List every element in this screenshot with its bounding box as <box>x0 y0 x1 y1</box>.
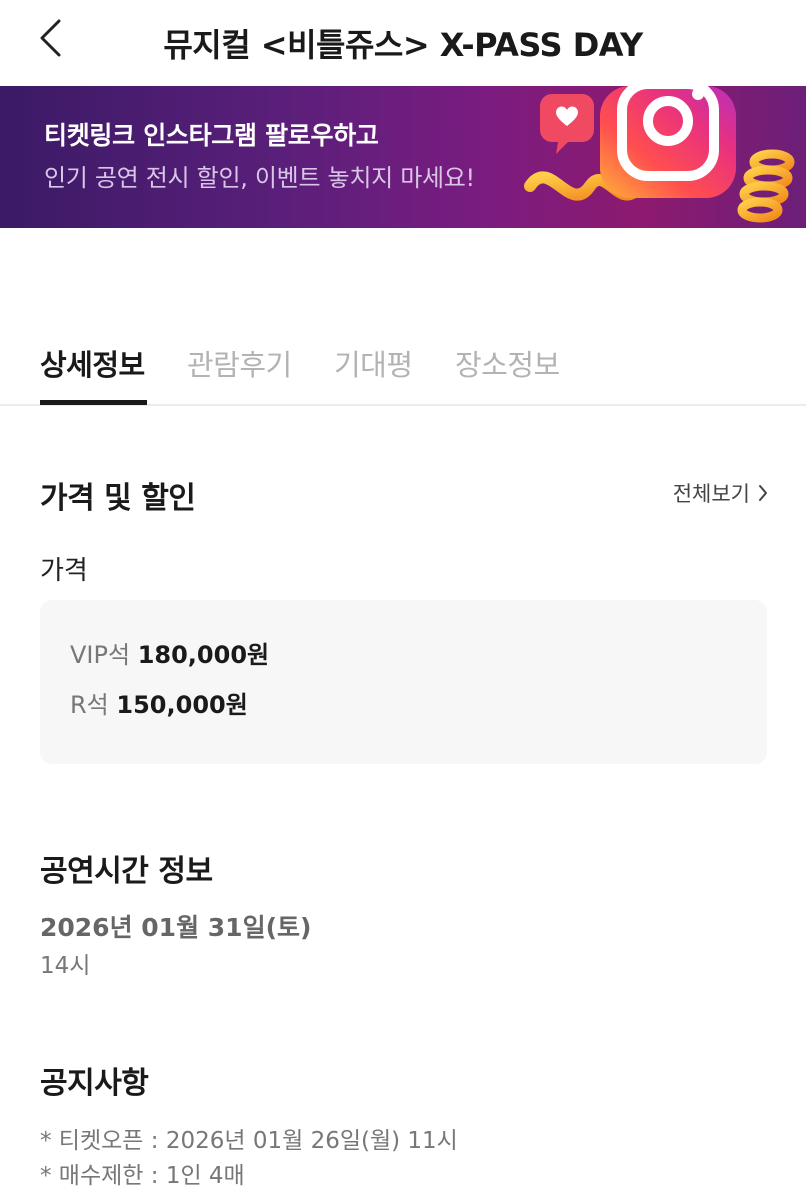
performance-date: 2026년 01월 31일(토) <box>40 913 312 942</box>
performance-time: 14시 <box>40 953 91 979</box>
active-tab-indicator <box>40 400 147 405</box>
see-all-label: 전체보기 <box>672 482 750 506</box>
page-title: 뮤지컬 <비틀쥬스> X-PASS DAY <box>163 26 643 64</box>
heart-bubble-icon <box>540 94 594 154</box>
see-all-link[interactable]: 전체보기 <box>673 478 768 508</box>
seat-price: 150,000원 <box>116 691 248 719</box>
tab-venue-info[interactable]: 장소정보 <box>455 342 560 384</box>
banner-headline: 티켓링크 인스타그램 팔로우하고 <box>44 121 379 150</box>
seat-price: 180,000원 <box>137 641 270 669</box>
event-detail-page: 뮤지컬 <비틀쥬스> X-PASS DAY 티켓링크 인스타그램 팔로우하고 인… <box>0 0 806 1200</box>
banner-illustration <box>524 86 795 223</box>
notice-item: * 티켓오픈 : 2026년 01월 26일(월) 11시 <box>40 1128 458 1154</box>
price-sub-label: 가격 <box>40 556 88 586</box>
tab-detail-info[interactable]: 상세정보 <box>40 342 145 384</box>
notice-section-title: 공지사항 <box>40 1066 149 1101</box>
seat-grade: VIP석 <box>70 641 131 669</box>
tab-expectations[interactable]: 기대평 <box>334 342 413 384</box>
detail-tabs: 상세정보 관람후기 기대평 장소정보 <box>0 330 806 406</box>
schedule-section-title: 공연시간 정보 <box>40 854 213 889</box>
price-list-box: VIP석 180,000원 R석 150,000원 <box>40 600 767 764</box>
price-section-title: 가격 및 할인 <box>40 481 196 516</box>
chevron-left-icon <box>40 19 61 57</box>
tab-reviews[interactable]: 관람후기 <box>187 342 292 384</box>
instagram-logo-icon <box>600 86 736 198</box>
instagram-promo-banner[interactable]: 티켓링크 인스타그램 팔로우하고 인기 공연 전시 할인, 이벤트 놓치지 마세… <box>0 86 806 228</box>
price-row-r: R석 150,000원 <box>70 685 248 720</box>
seat-grade: R석 <box>70 691 109 719</box>
back-button[interactable] <box>30 18 70 58</box>
price-row-vip: VIP석 180,000원 <box>70 635 269 670</box>
spiral-icon <box>737 149 795 223</box>
top-header: 뮤지컬 <비틀쥬스> X-PASS DAY <box>0 0 806 86</box>
chevron-right-icon <box>759 485 767 501</box>
banner-subtext: 인기 공연 전시 할인, 이벤트 놓치지 마세요! <box>44 164 475 192</box>
notice-item: * 매수제한 : 1인 4매 <box>40 1163 245 1189</box>
